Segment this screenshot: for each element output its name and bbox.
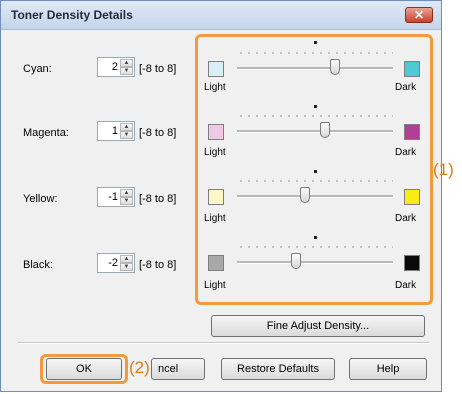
- yellow-label: Yellow:: [23, 193, 58, 205]
- yellow-range-label: [-8 to 8]: [139, 193, 177, 205]
- cyan-density-value[interactable]: 2: [112, 61, 118, 73]
- toner-density-dialog: Toner Density Details ✕ Cyan: 2 ▲ ▼ [-8 …: [0, 0, 442, 392]
- magenta-dark-label: Dark: [395, 147, 417, 158]
- black-light-swatch: [208, 255, 224, 271]
- yellow-dark-label: Dark: [395, 213, 417, 224]
- magenta-density-stepper[interactable]: 1 ▲ ▼: [97, 121, 135, 141]
- callout-1: (1): [433, 160, 454, 179]
- cyan-light-swatch: [208, 61, 224, 77]
- yellow-density-value[interactable]: -1: [108, 191, 118, 203]
- cyan-slider-ticks: [237, 52, 393, 54]
- magenta-range-label: [-8 to 8]: [139, 127, 177, 139]
- magenta-center-mark: [314, 105, 317, 108]
- yellow-slider-track[interactable]: [237, 195, 393, 198]
- magenta-slider-track[interactable]: [237, 130, 393, 133]
- black-slider-track[interactable]: [237, 261, 393, 264]
- dialog-title: Toner Density Details: [11, 8, 133, 22]
- cyan-dark-swatch: [404, 61, 420, 77]
- yellow-light-label: Light: [204, 213, 226, 224]
- black-label: Black:: [23, 259, 53, 271]
- magenta-density-value[interactable]: 1: [112, 125, 118, 137]
- yellow-slider-ticks: [237, 180, 393, 182]
- yellow-increment-arrow-icon[interactable]: ▲: [120, 189, 133, 197]
- close-button[interactable]: ✕: [405, 7, 433, 23]
- black-slider-thumb[interactable]: [290, 253, 301, 269]
- black-dark-label: Dark: [395, 280, 417, 291]
- magenta-decrement-arrow-icon[interactable]: ▼: [120, 131, 133, 139]
- yellow-dark-swatch: [404, 189, 420, 205]
- black-density-value[interactable]: -2: [108, 257, 118, 269]
- magenta-label: Magenta:: [23, 127, 69, 139]
- divider: [17, 342, 429, 344]
- yellow-center-mark: [314, 170, 317, 173]
- title-bar: Toner Density Details ✕: [1, 1, 441, 30]
- magenta-slider-thumb[interactable]: [319, 122, 330, 138]
- yellow-slider-thumb[interactable]: [300, 187, 311, 203]
- cyan-label: Cyan:: [23, 63, 52, 75]
- cyan-decrement-arrow-icon[interactable]: ▼: [120, 67, 133, 75]
- help-button[interactable]: Help: [349, 358, 427, 380]
- cyan-center-mark: [314, 41, 317, 44]
- black-density-stepper[interactable]: -2 ▲ ▼: [97, 253, 135, 273]
- ok-button-highlight: [40, 354, 128, 384]
- cyan-density-stepper[interactable]: 2 ▲ ▼: [97, 57, 135, 77]
- cyan-increment-arrow-icon[interactable]: ▲: [120, 59, 133, 67]
- magenta-light-label: Light: [204, 147, 226, 158]
- yellow-density-stepper[interactable]: -1 ▲ ▼: [97, 187, 135, 207]
- yellow-light-swatch: [208, 189, 224, 205]
- black-decrement-arrow-icon[interactable]: ▼: [120, 263, 133, 271]
- black-center-mark: [314, 236, 317, 239]
- cyan-range-label: [-8 to 8]: [139, 63, 177, 75]
- yellow-decrement-arrow-icon[interactable]: ▼: [120, 197, 133, 205]
- cyan-dark-label: Dark: [395, 82, 417, 93]
- black-dark-swatch: [404, 255, 420, 271]
- cyan-slider-track[interactable]: [237, 67, 393, 70]
- magenta-light-swatch: [208, 124, 224, 140]
- magenta-slider-ticks: [237, 115, 393, 117]
- callout-2: (2): [129, 358, 150, 378]
- cyan-slider-thumb[interactable]: [329, 59, 340, 75]
- cancel-button[interactable]: ncel: [151, 358, 205, 380]
- restore-defaults-button[interactable]: Restore Defaults: [221, 358, 335, 380]
- black-increment-arrow-icon[interactable]: ▲: [120, 255, 133, 263]
- magenta-increment-arrow-icon[interactable]: ▲: [120, 123, 133, 131]
- fine-adjust-density-button[interactable]: Fine Adjust Density...: [211, 315, 425, 337]
- black-light-label: Light: [204, 280, 226, 291]
- black-range-label: [-8 to 8]: [139, 259, 177, 271]
- black-slider-ticks: [237, 246, 393, 248]
- magenta-dark-swatch: [404, 124, 420, 140]
- cyan-light-label: Light: [204, 82, 226, 93]
